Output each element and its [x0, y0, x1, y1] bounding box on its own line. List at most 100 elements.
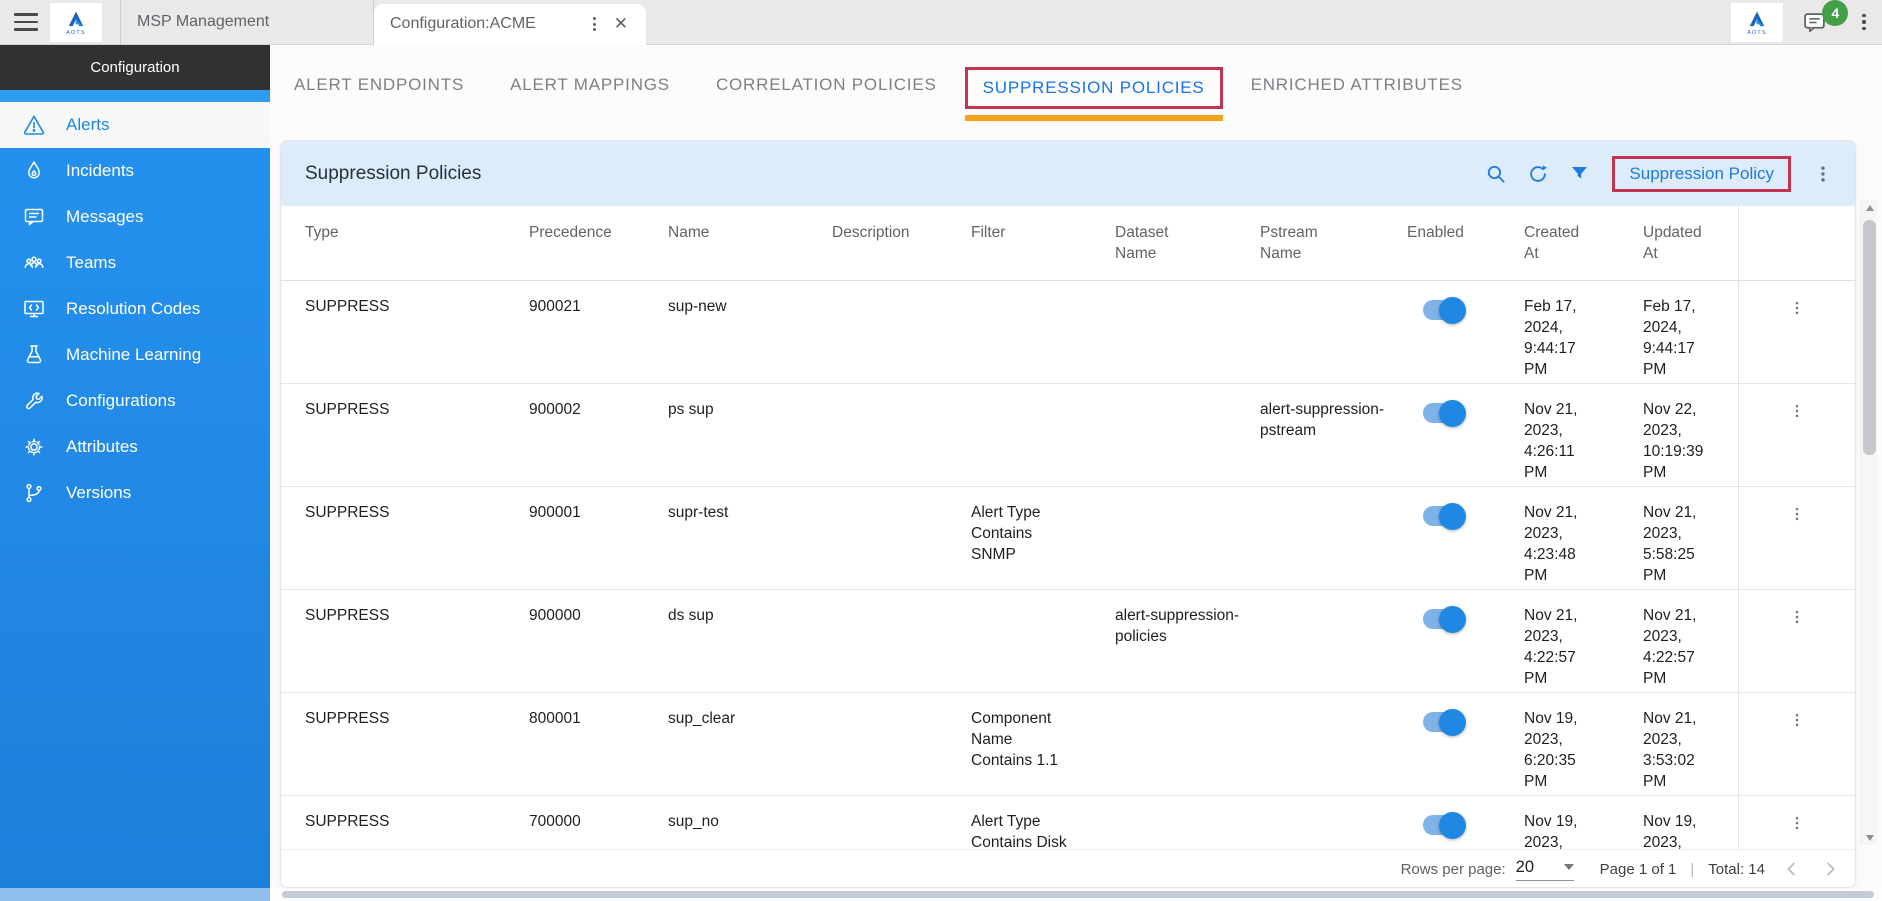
cell-filter: Alert Type Contains SNMP: [971, 487, 1115, 589]
panel-title: Suppression Policies: [305, 163, 481, 185]
refresh-icon[interactable]: [1527, 163, 1549, 185]
cell-pstream-name: alert-suppression-pstream: [1260, 384, 1407, 486]
row-menu-icon[interactable]: [1788, 814, 1806, 832]
topbar-right-cluster: AOTS 4: [1731, 3, 1866, 42]
enabled-toggle[interactable]: [1423, 712, 1463, 732]
cell-created-at: Nov 21, 2023, 4:23:48 PM: [1524, 487, 1643, 589]
table-header-row: Type Precedence Name Description Filter …: [281, 206, 1855, 281]
cell-created-at: Nov 19, 2023, 6:20:35 PM: [1524, 693, 1643, 795]
sidebar-item-messages[interactable]: Messages: [0, 194, 270, 240]
alert-triangle-icon: [22, 113, 46, 137]
tab-alert-mappings[interactable]: ALERT MAPPINGS: [510, 67, 670, 103]
enabled-toggle[interactable]: [1423, 403, 1463, 423]
cell-type: SUPPRESS: [305, 487, 529, 589]
row-menu-icon[interactable]: [1788, 608, 1806, 626]
main-content: ALERT ENDPOINTS ALERT MAPPINGS CORRELATI…: [270, 45, 1882, 901]
cell-type: SUPPRESS: [305, 281, 529, 383]
flame-icon: [22, 159, 46, 183]
hamburger-menu-icon[interactable]: [14, 13, 38, 31]
cell-type: SUPPRESS: [305, 590, 529, 692]
vertical-scrollbar-thumb[interactable]: [1863, 220, 1876, 455]
cell-name: sup_clear: [668, 693, 832, 795]
brand-logo: AOTS: [50, 3, 102, 42]
column-header-description[interactable]: Description: [832, 206, 971, 280]
scroll-up-arrow-icon[interactable]: [1861, 200, 1878, 215]
tab-correlation-policies[interactable]: CORRELATION POLICIES: [716, 67, 937, 103]
scroll-down-arrow-icon[interactable]: [1861, 830, 1878, 845]
cell-name: ps sup: [668, 384, 832, 486]
table-row: SUPPRESS 900000 ds sup alert-suppression…: [281, 590, 1855, 693]
window-tab-msp-management[interactable]: MSP Management: [120, 0, 374, 45]
sidebar-header: Configuration: [0, 45, 270, 90]
code-monitor-icon: [22, 297, 46, 321]
sidebar-item-versions[interactable]: Versions: [0, 470, 270, 516]
rows-per-page-select[interactable]: 20: [1516, 858, 1574, 881]
column-header-actions: [1738, 206, 1855, 280]
horizontal-scrollbar[interactable]: [0, 888, 1882, 901]
enabled-toggle[interactable]: [1423, 815, 1463, 835]
row-menu-icon[interactable]: [1788, 299, 1806, 317]
sidebar-item-resolution-codes[interactable]: Resolution Codes: [0, 286, 270, 332]
column-header-filter[interactable]: Filter: [971, 206, 1115, 280]
cell-updated-at: Feb 17, 2024, 9:44:17 PM: [1643, 281, 1738, 383]
cell-updated-at: Nov 21, 2023, 4:22:57 PM: [1643, 590, 1738, 692]
sidebar-item-alerts[interactable]: Alerts: [0, 102, 270, 148]
row-menu-icon[interactable]: [1788, 711, 1806, 729]
sidebar-item-label: Machine Learning: [66, 345, 201, 365]
svg-text:AOTS: AOTS: [66, 29, 86, 35]
cell-pstream-name: [1260, 693, 1407, 795]
horizontal-scrollbar-thumb[interactable]: [282, 891, 1874, 898]
column-header-pstream-name[interactable]: Pstream Name: [1260, 206, 1407, 280]
tab-alert-endpoints[interactable]: ALERT ENDPOINTS: [294, 67, 464, 103]
cell-dataset-name: [1115, 693, 1260, 795]
rows-per-page-label: Rows per page:: [1401, 861, 1506, 878]
sidebar: Configuration Alerts Incidents Messages: [0, 45, 270, 901]
add-suppression-policy-button[interactable]: Suppression Policy: [1629, 164, 1774, 184]
tab-enriched-attributes[interactable]: ENRICHED ATTRIBUTES: [1251, 67, 1463, 103]
sidebar-item-machine-learning[interactable]: Machine Learning: [0, 332, 270, 378]
cell-pstream-name: [1260, 281, 1407, 383]
tab-close-icon[interactable]: ✕: [612, 14, 630, 34]
sidebar-item-teams[interactable]: Teams: [0, 240, 270, 286]
sidebar-item-incidents[interactable]: Incidents: [0, 148, 270, 194]
column-header-type[interactable]: Type: [305, 206, 529, 280]
cell-dataset-name: [1115, 281, 1260, 383]
cell-dataset-name: [1115, 796, 1260, 849]
column-header-enabled[interactable]: Enabled: [1407, 206, 1524, 280]
row-menu-icon[interactable]: [1788, 505, 1806, 523]
previous-page-button[interactable]: [1781, 858, 1803, 880]
suppression-policies-panel: Suppression Policies Suppression Policy: [280, 140, 1856, 888]
sidebar-item-attributes[interactable]: Attributes: [0, 424, 270, 470]
tab-suppression-policies[interactable]: SUPPRESSION POLICIES: [965, 67, 1223, 109]
search-icon[interactable]: [1485, 163, 1507, 185]
enabled-toggle[interactable]: [1423, 300, 1463, 320]
cell-description: [832, 384, 971, 486]
cell-pstream-name: [1260, 590, 1407, 692]
column-header-updated-at[interactable]: Updated At: [1643, 206, 1738, 280]
people-icon: [22, 251, 46, 275]
column-header-created-at[interactable]: Created At: [1524, 206, 1643, 280]
column-header-dataset-name[interactable]: Dataset Name: [1115, 206, 1260, 280]
filter-icon[interactable]: [1569, 163, 1590, 184]
tab-options-icon[interactable]: [587, 13, 602, 35]
cell-description: [832, 693, 971, 795]
page-info: Page 1 of 1: [1600, 861, 1677, 878]
sidebar-item-configurations[interactable]: Configurations: [0, 378, 270, 424]
panel-overflow-menu-icon[interactable]: [1813, 164, 1833, 184]
cell-filter: Component Name Contains 1.1: [971, 693, 1115, 795]
enabled-toggle[interactable]: [1423, 506, 1463, 526]
row-menu-icon[interactable]: [1788, 402, 1806, 420]
window-tab-configuration-acme[interactable]: Configuration:ACME ✕: [374, 4, 646, 45]
rows-per-page-value: 20: [1516, 858, 1534, 877]
column-header-precedence[interactable]: Precedence: [529, 206, 668, 280]
notifications-button[interactable]: 4: [1801, 10, 1828, 35]
column-header-name[interactable]: Name: [668, 206, 832, 280]
enabled-toggle[interactable]: [1423, 609, 1463, 629]
cell-filter: Alert Type Contains Disk: [971, 796, 1115, 849]
cell-name: sup_no: [668, 796, 832, 849]
table-vertical-scrollbar[interactable]: [1860, 200, 1877, 845]
cell-precedence: 700000: [529, 796, 668, 849]
cell-dataset-name: alert-suppression-policies: [1115, 590, 1260, 692]
topbar-overflow-menu-icon[interactable]: [1862, 14, 1866, 31]
next-page-button[interactable]: [1819, 858, 1841, 880]
